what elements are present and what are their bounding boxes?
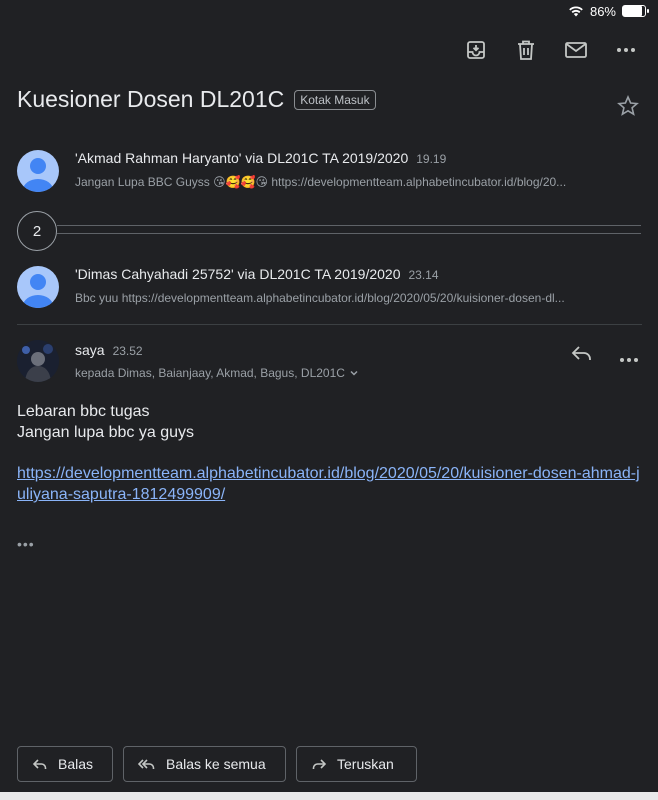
reply-all-button[interactable]: Balas ke semua (123, 746, 286, 782)
collapsed-messages-count[interactable]: 2 (17, 211, 57, 251)
body-line: Jangan lupa bbc ya guys (17, 424, 195, 441)
email-subject: Kuesioner Dosen DL201C (17, 86, 285, 112)
reply-all-label: Balas ke semua (166, 756, 266, 772)
message-item-1[interactable]: 'Akmad Rahman Haryanto' via DL201C TA 20… (75, 150, 642, 189)
person-icon (23, 274, 53, 308)
recipients-list: kepada Dimas, Baianjaay, Akmad, Bagus, D… (75, 366, 345, 380)
archive-icon (467, 41, 485, 59)
bottom-edge (0, 792, 658, 800)
message-body: Lebaran bbc tugas Jangan lupa bbc ya guy… (17, 401, 194, 443)
message-snippet: Jangan Lupa BBC Guyss 😘🥰🥰😘 https://devel… (75, 175, 567, 189)
message-time: 23.14 (408, 268, 439, 282)
avatar (17, 340, 59, 382)
status-bar: 86% (568, 2, 649, 20)
message-item-2[interactable]: 'Dimas Cahyahadi 25752' via DL201C TA 20… (75, 266, 642, 305)
reply-action-button[interactable]: Balas (17, 746, 113, 782)
collapsed-divider-bottom (57, 233, 641, 234)
wifi-icon (569, 6, 583, 17)
forward-button[interactable]: Teruskan (296, 746, 417, 782)
message-time: 23.52 (112, 344, 143, 358)
mark-unread-icon (565, 42, 587, 58)
delete-button[interactable] (512, 36, 540, 64)
star-button[interactable] (616, 94, 640, 118)
collapsed-divider-top (57, 225, 641, 226)
mark-unread-button[interactable] (562, 36, 590, 64)
archive-button[interactable] (462, 36, 490, 64)
message-time: 19.19 (416, 152, 447, 166)
chevron-down-icon (350, 370, 358, 376)
reply-button[interactable] (570, 342, 596, 366)
more-icon (617, 48, 635, 52)
sender-name: 'Akmad Rahman Haryanto' via DL201C TA 20… (75, 150, 409, 166)
battery-level (623, 6, 642, 16)
message-link[interactable]: https://developmentteam.alphabetincubato… (17, 463, 642, 505)
person-icon (23, 158, 53, 192)
star-icon (617, 94, 639, 116)
reply-icon (571, 346, 591, 360)
sender-avatar (17, 266, 59, 308)
reply-label: Balas (58, 756, 94, 772)
message-more-button[interactable] (619, 350, 639, 362)
message-toolbar (462, 36, 640, 64)
more-options-button[interactable] (612, 36, 640, 64)
battery-percent: 86% (589, 3, 616, 19)
subject-row: Kuesioner Dosen DL201C Kotak Masuk (17, 86, 376, 113)
sender-name: 'Dimas Cahyahadi 25752' via DL201C TA 20… (75, 266, 401, 282)
avatar (17, 150, 59, 192)
recipients-toggle[interactable]: kepada Dimas, Baianjaay, Akmad, Bagus, D… (75, 366, 359, 380)
delete-icon (518, 40, 534, 60)
reply-actions: Balas Balas ke semua Teruskan (17, 746, 417, 782)
avatar (17, 266, 59, 308)
sender-name: saya (75, 342, 105, 358)
sender-avatar (17, 150, 59, 192)
message-divider (17, 324, 642, 325)
profile-photo-icon (17, 340, 59, 382)
battery-icon (622, 5, 649, 17)
forward-icon (312, 759, 327, 769)
reply-all-icon (138, 759, 155, 769)
message-snippet: Bbc yuu https://developmentteam.alphabet… (75, 291, 565, 305)
expanded-message-header[interactable]: saya 23.52 kepada Dimas, Baianjaay, Akma… (75, 342, 359, 380)
show-trimmed-content[interactable]: ••• (17, 536, 35, 552)
inbox-label-chip[interactable]: Kotak Masuk (294, 89, 376, 110)
more-icon (620, 358, 638, 362)
my-avatar (17, 340, 59, 382)
forward-label: Teruskan (337, 756, 394, 772)
body-line: Lebaran bbc tugas (17, 403, 150, 420)
reply-icon (32, 759, 47, 769)
